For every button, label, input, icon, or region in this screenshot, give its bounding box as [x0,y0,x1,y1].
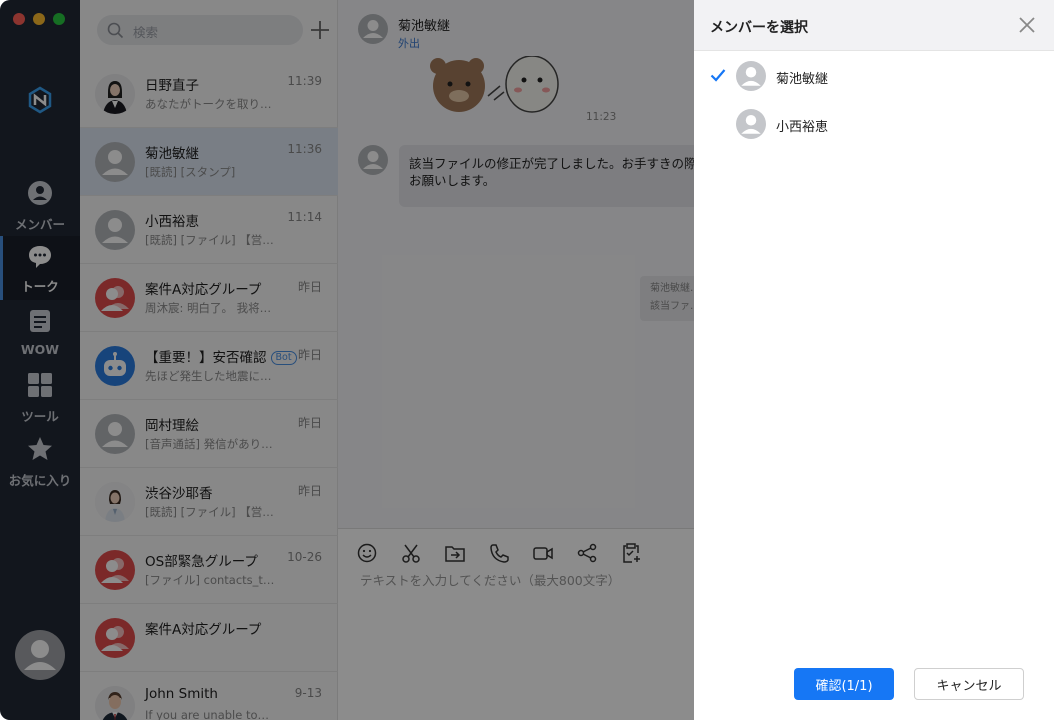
close-icon[interactable] [1018,16,1036,34]
member-option[interactable]: 小西裕恵 [694,102,1054,146]
select-member-panel: メンバーを選択 菊池敏継小西裕恵 確認(1/1) キャンセル [694,0,1054,720]
cancel-button[interactable]: キャンセル [914,668,1024,700]
member-avatar [736,109,766,139]
panel-header: メンバーを選択 [694,0,1054,51]
person-icon [741,67,761,86]
member-option[interactable]: 菊池敏継 [694,54,1054,98]
person-icon [741,115,761,134]
member-name: 菊池敏継 [776,72,829,87]
confirm-button[interactable]: 確認(1/1) [794,668,894,700]
panel-title: メンバーを選択 [710,20,808,36]
member-name: 小西裕恵 [776,120,829,135]
checkmark-icon [710,69,726,82]
modal-backdrop[interactable] [0,0,694,720]
member-avatar [736,61,766,91]
